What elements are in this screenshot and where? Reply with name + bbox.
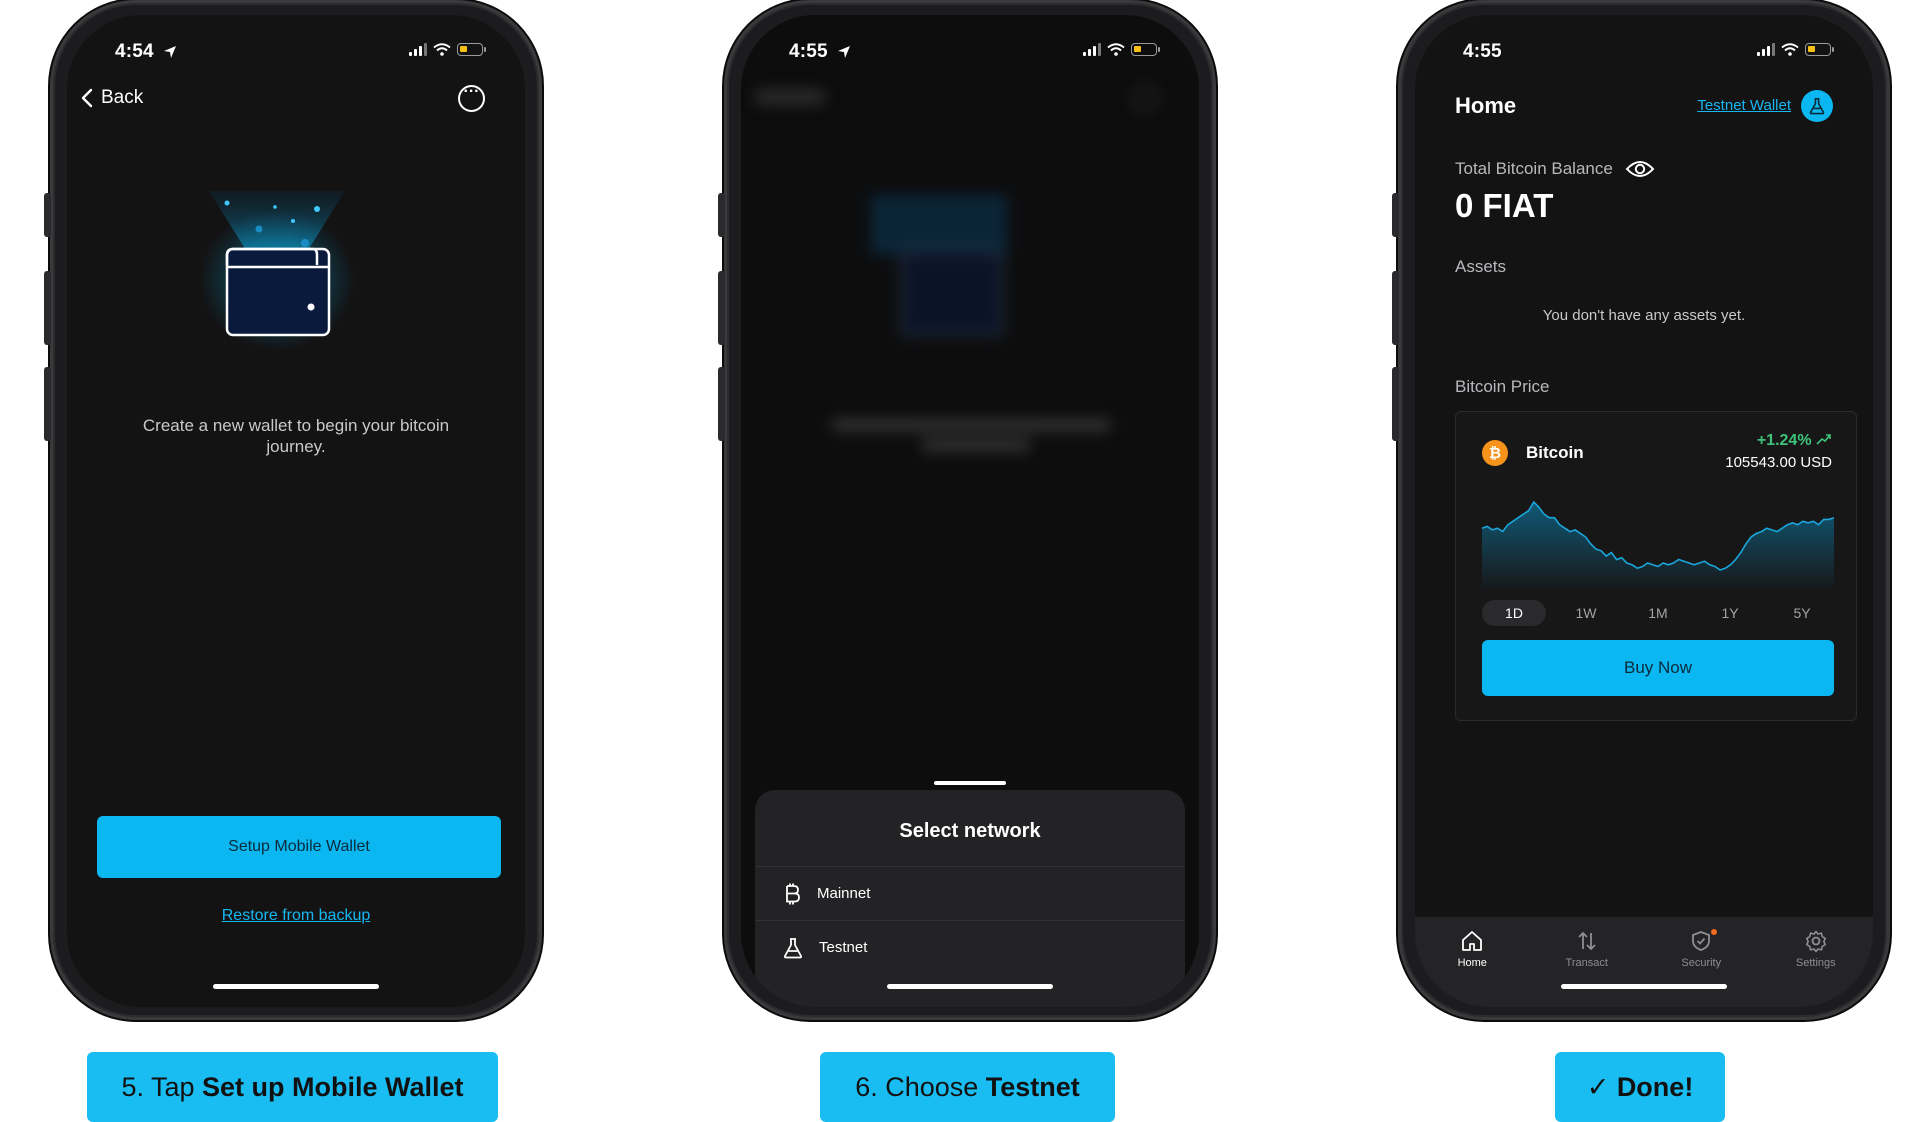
phone-side-button bbox=[718, 367, 725, 441]
sheet-title: Select network bbox=[899, 820, 1041, 842]
coin-price: 105543.00 USD bbox=[1725, 454, 1832, 471]
select-network-sheet: Select network Mainnet Testnet bbox=[755, 790, 1185, 1007]
phone-side-button bbox=[718, 271, 725, 345]
wallet-illustration bbox=[199, 191, 355, 350]
back-button[interactable]: Back bbox=[81, 87, 143, 109]
bitcoin-icon bbox=[786, 883, 800, 904]
tab-transact[interactable]: Transact bbox=[1547, 929, 1627, 1007]
tab-label: Home bbox=[1457, 957, 1487, 969]
tab-home[interactable]: Home bbox=[1432, 929, 1512, 1007]
tab-settings[interactable]: Settings bbox=[1776, 929, 1856, 1007]
trend-up-icon bbox=[1816, 434, 1831, 445]
eye-icon[interactable] bbox=[1625, 159, 1655, 179]
wifi-icon bbox=[433, 43, 451, 56]
setup-mobile-wallet-button[interactable]: Setup Mobile Wallet bbox=[97, 816, 501, 878]
price-change-value: +1.24% bbox=[1756, 432, 1812, 449]
phone-side-button bbox=[1392, 367, 1399, 441]
chevron-left-icon bbox=[81, 88, 93, 108]
coin-name: Bitcoin bbox=[1526, 443, 1584, 462]
network-label: Testnet bbox=[819, 939, 868, 956]
status-bar: 4:54 bbox=[67, 41, 525, 65]
chart-area bbox=[1482, 502, 1834, 588]
home-indicator[interactable] bbox=[1561, 984, 1727, 989]
testnet-badge[interactable] bbox=[1801, 90, 1833, 122]
caption-step-6: 6. Choose Testnet bbox=[820, 1052, 1115, 1122]
phone-side-button bbox=[44, 367, 51, 441]
testnet-wallet-link[interactable]: Testnet Wallet bbox=[1697, 97, 1791, 114]
caption-bold: Testnet bbox=[985, 1071, 1080, 1102]
balance-label-row: Total Bitcoin Balance bbox=[1455, 159, 1655, 179]
assets-empty-text: You don't have any assets yet. bbox=[1542, 307, 1746, 324]
phone-side-button bbox=[44, 193, 51, 237]
phone-setup-wallet: 4:54 Back ··· Create a new wallet to beg… bbox=[44, 0, 542, 1020]
tab-security[interactable]: Security bbox=[1661, 929, 1741, 1007]
caption-step-5: 5. Tap Set up Mobile Wallet bbox=[87, 1052, 498, 1122]
location-arrow-icon bbox=[164, 46, 176, 58]
network-option-testnet[interactable]: Testnet bbox=[755, 920, 1185, 974]
caption-bold: Set up Mobile Wallet bbox=[202, 1071, 464, 1102]
range-5y[interactable]: 5Y bbox=[1770, 600, 1834, 626]
caption-bold: Done! bbox=[1616, 1071, 1694, 1102]
phone-side-button bbox=[44, 271, 51, 345]
range-1d[interactable]: 1D bbox=[1482, 600, 1546, 626]
phone-side-button bbox=[718, 193, 725, 237]
signal-icon bbox=[1757, 43, 1775, 56]
intro-text: Create a new wallet to begin your bitcoi… bbox=[142, 416, 450, 456]
bitcoin-price-label: Bitcoin Price bbox=[1455, 377, 1550, 396]
range-1y[interactable]: 1Y bbox=[1698, 600, 1762, 626]
tab-label: Security bbox=[1681, 957, 1722, 969]
balance-label: Total Bitcoin Balance bbox=[1455, 159, 1613, 178]
range-1w[interactable]: 1W bbox=[1554, 600, 1618, 626]
more-options-icon[interactable] bbox=[458, 83, 485, 112]
shield-icon bbox=[1692, 931, 1711, 951]
caption-prefix: ✓ bbox=[1586, 1071, 1617, 1102]
phone-side-button bbox=[1392, 271, 1399, 345]
status-time: 4:54 bbox=[115, 41, 154, 62]
screen: 4:55 Home Testnet Wallet Total Bitcoin B… bbox=[1415, 15, 1873, 1007]
phone-home: 4:55 Home Testnet Wallet Total Bitcoin B… bbox=[1392, 0, 1890, 1020]
battery-icon bbox=[457, 43, 486, 56]
transfer-arrows-icon bbox=[1578, 931, 1596, 951]
assets-label: Assets bbox=[1455, 257, 1507, 276]
home-indicator[interactable] bbox=[213, 984, 379, 989]
phone-side-button bbox=[1392, 193, 1399, 237]
flask-icon bbox=[1809, 98, 1825, 115]
flask-icon bbox=[783, 937, 803, 958]
time-range-selector: 1D 1W 1M 1Y 5Y bbox=[1482, 600, 1834, 626]
status-bar: 4:55 bbox=[1415, 41, 1873, 65]
phone-select-network: 4:55 Select network Mainnet Testnet bbox=[718, 0, 1216, 1020]
status-time: 4:55 bbox=[1463, 41, 1502, 62]
status-icons bbox=[1757, 43, 1834, 56]
battery-icon bbox=[1805, 43, 1834, 56]
caption-prefix: 6. Choose bbox=[855, 1071, 986, 1102]
screen: 4:55 Select network Mainnet Testnet bbox=[741, 15, 1199, 1007]
bitcoin-icon: ₿ bbox=[1482, 440, 1508, 466]
home-indicator[interactable] bbox=[887, 984, 1053, 989]
network-option-mainnet[interactable]: Mainnet bbox=[755, 866, 1185, 920]
caption-prefix: 5. Tap bbox=[121, 1071, 203, 1102]
wifi-icon bbox=[1781, 43, 1799, 56]
caption-done: ✓ Done! bbox=[1555, 1052, 1725, 1122]
network-label: Mainnet bbox=[817, 885, 871, 902]
tab-label: Settings bbox=[1795, 957, 1836, 969]
price-change: +1.24% bbox=[1757, 432, 1832, 450]
screen: 4:54 Back ··· Create a new wallet to beg… bbox=[67, 15, 525, 1007]
price-chart bbox=[1482, 500, 1834, 588]
sheet-handle[interactable] bbox=[934, 781, 1006, 785]
bitcoin-price-card: ₿ Bitcoin +1.24% 105543.00 USD 1D 1W 1M 1Y 5… bbox=[1455, 411, 1857, 721]
signal-icon bbox=[409, 43, 427, 56]
notification-dot bbox=[1711, 929, 1718, 935]
page-title: Home bbox=[1455, 93, 1517, 118]
buy-now-button[interactable]: Buy Now bbox=[1482, 640, 1834, 696]
balance-value: 0 FIAT bbox=[1455, 187, 1554, 224]
tab-bar: Home Transact Security Settings bbox=[1415, 917, 1873, 1007]
home-icon bbox=[1462, 931, 1483, 951]
gear-icon bbox=[1805, 930, 1826, 953]
status-icons bbox=[409, 43, 486, 56]
range-1m[interactable]: 1M bbox=[1626, 600, 1690, 626]
back-label: Back bbox=[101, 87, 144, 108]
restore-from-backup-link[interactable]: Restore from backup bbox=[67, 907, 525, 925]
tab-label: Transact bbox=[1565, 957, 1608, 969]
